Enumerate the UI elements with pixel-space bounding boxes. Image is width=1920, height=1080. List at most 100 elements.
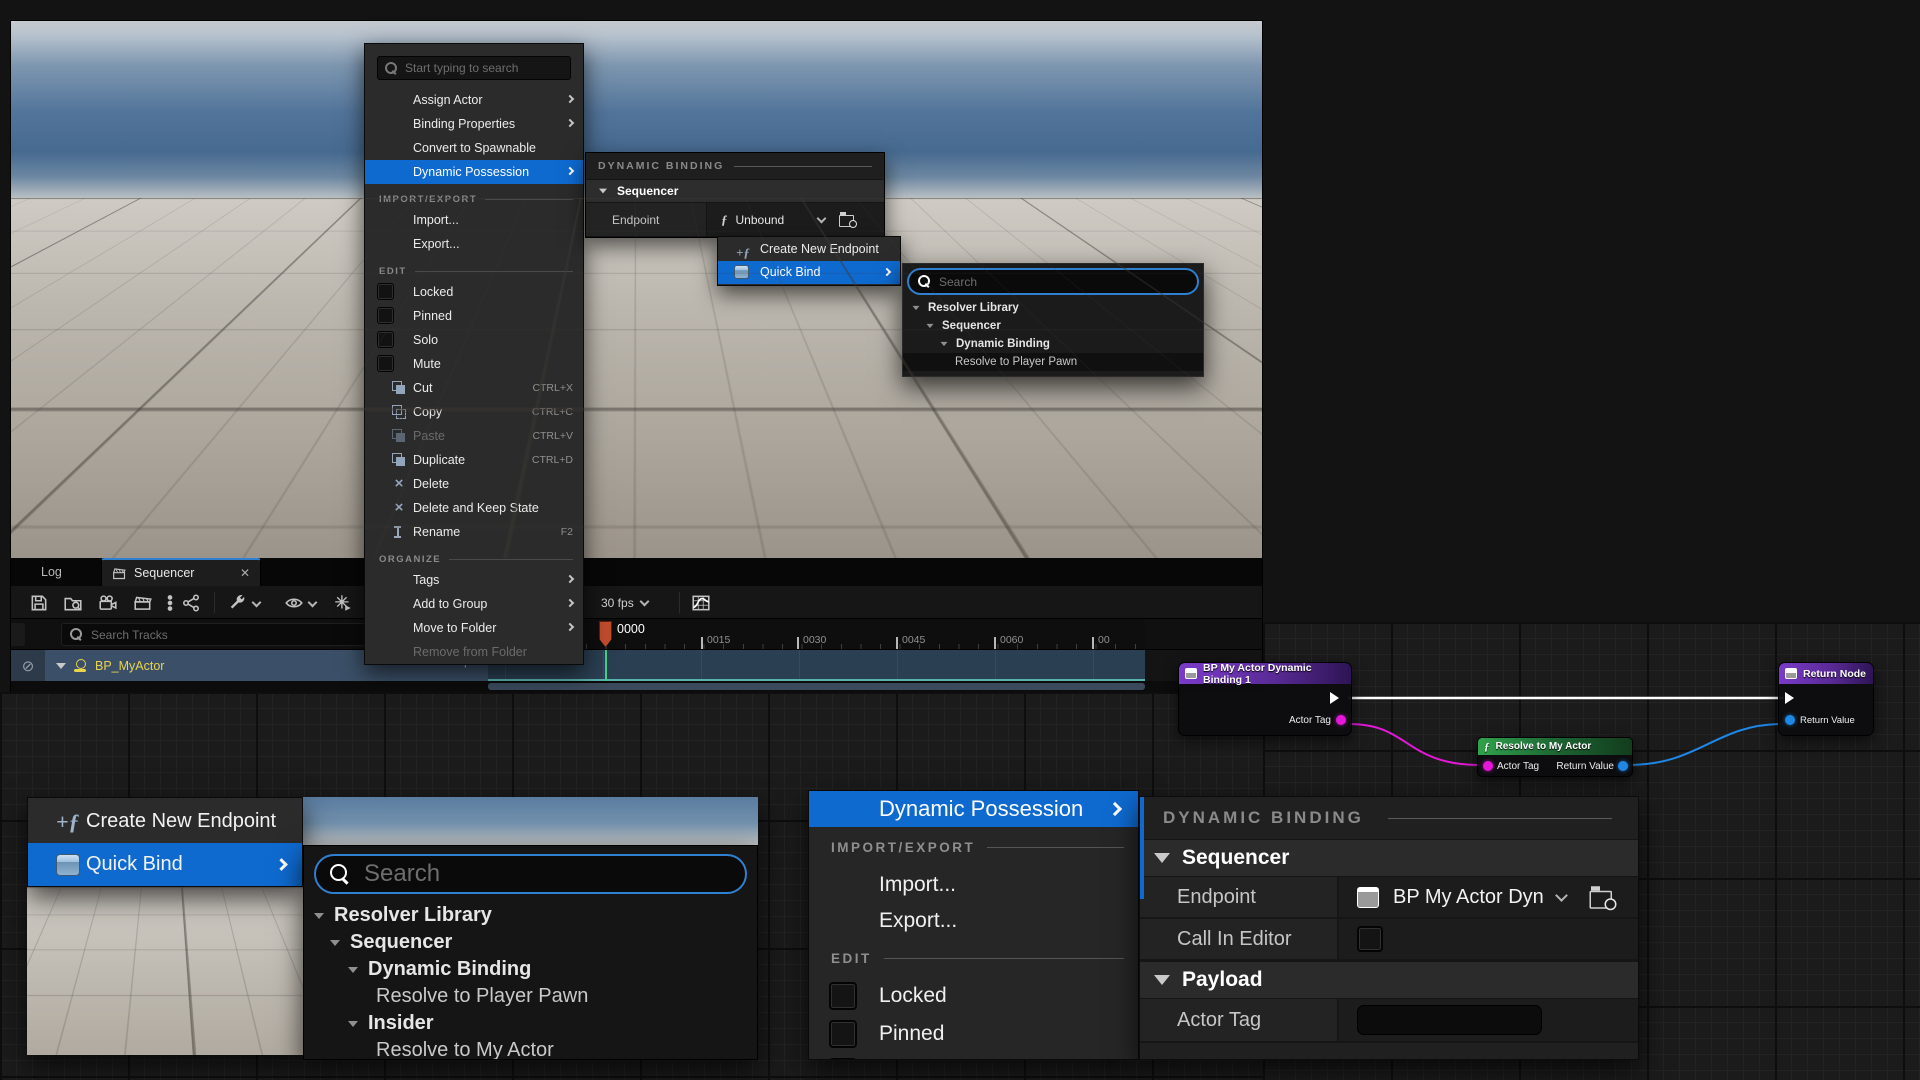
chevron-down-icon[interactable] bbox=[252, 598, 262, 608]
tree-item-dynamic-binding[interactable]: Dynamic Binding bbox=[304, 956, 757, 983]
tree-item-insider[interactable]: Insider bbox=[304, 1010, 757, 1037]
pinned-checkbox[interactable] bbox=[377, 307, 394, 324]
menu-search-box[interactable] bbox=[377, 56, 571, 80]
actor-tag-pin-label: Actor Tag bbox=[1289, 715, 1331, 726]
tab-log[interactable]: Log bbox=[29, 558, 74, 586]
folder-search-icon[interactable] bbox=[839, 212, 857, 227]
save-icon[interactable] bbox=[29, 593, 49, 613]
menu-item-pinned[interactable]: Pinned bbox=[365, 304, 583, 328]
solo-checkbox[interactable] bbox=[377, 331, 394, 348]
browse-folder-icon[interactable] bbox=[63, 593, 83, 613]
menu-item-paste[interactable]: PasteCTRL+V bbox=[365, 424, 583, 448]
ruler-label: 0045 bbox=[902, 634, 925, 646]
menu-item-locked-zoomed[interactable]: Locked bbox=[809, 977, 1138, 1015]
menu-item-tags[interactable]: Tags bbox=[365, 568, 583, 592]
endpoint-dropdown[interactable]: ƒ Unbound bbox=[706, 203, 884, 236]
menu-item-solo-zoomed[interactable]: Solo bbox=[809, 1053, 1138, 1060]
call-in-editor-checkbox[interactable] bbox=[1357, 926, 1383, 952]
menu-search-input[interactable] bbox=[405, 61, 563, 75]
menu-item-locked[interactable]: Locked bbox=[365, 280, 583, 304]
close-icon[interactable]: ✕ bbox=[240, 567, 250, 579]
tab-sequencer[interactable]: Sequencer ✕ bbox=[101, 558, 261, 586]
quick-bind-search-box[interactable] bbox=[907, 268, 1199, 295]
camera-icon[interactable] bbox=[98, 593, 118, 613]
menu-item-rename[interactable]: RenameF2 bbox=[365, 520, 583, 544]
tree-item-resolve-to-player-pawn[interactable]: Resolve to Player Pawn bbox=[903, 353, 1203, 371]
menu-item-create-new-endpoint[interactable]: +ƒ Create New Endpoint bbox=[718, 238, 900, 261]
curve-editor-icon[interactable] bbox=[691, 593, 711, 613]
locked-checkbox[interactable] bbox=[829, 982, 857, 1010]
category-sequencer[interactable]: Sequencer bbox=[586, 179, 884, 203]
menu-item-convert-to-spawnable[interactable]: Convert to Spawnable bbox=[365, 136, 583, 160]
menu-item-remove-from-folder[interactable]: Remove from Folder bbox=[365, 640, 583, 664]
wrench-icon[interactable] bbox=[228, 593, 248, 613]
menu-item-dynamic-possession-zoomed[interactable]: Dynamic Possession bbox=[809, 791, 1138, 827]
menu-item-solo[interactable]: Solo bbox=[365, 328, 583, 352]
quick-bind-popup-zoomed: Resolver Library Sequencer Dynamic Bindi… bbox=[303, 845, 758, 1060]
exec-output-pin[interactable] bbox=[1330, 692, 1345, 704]
tree-item-sequencer[interactable]: Sequencer bbox=[304, 929, 757, 956]
endpoint-dropdown-zoomed[interactable]: BP My Actor Dyna bbox=[1337, 877, 1638, 917]
actor-tag-input-pin[interactable] bbox=[1483, 761, 1493, 771]
return-value-output-pin[interactable] bbox=[1618, 761, 1628, 771]
menu-item-copy[interactable]: CopyCTRL+C bbox=[365, 400, 583, 424]
menu-item-cut[interactable]: CutCTRL+X bbox=[365, 376, 583, 400]
return-value-input-pin[interactable] bbox=[1785, 715, 1795, 725]
tree-item-resolve-to-player-pawn[interactable]: Resolve to Player Pawn bbox=[304, 983, 757, 1010]
tree-item-dynamic-binding[interactable]: Dynamic Binding bbox=[903, 335, 1203, 353]
tree-item-sequencer[interactable]: Sequencer bbox=[903, 317, 1203, 335]
tree-item-resolver-library[interactable]: Resolver Library bbox=[304, 902, 757, 929]
actions-hierarchy-icon[interactable] bbox=[181, 593, 201, 613]
menu-item-duplicate[interactable]: DuplicateCTRL+D bbox=[365, 448, 583, 472]
category-sequencer-zoomed[interactable]: Sequencer bbox=[1140, 839, 1638, 877]
playhead-marker[interactable] bbox=[599, 621, 612, 647]
menu-item-delete[interactable]: ×Delete bbox=[365, 472, 583, 496]
node-resolve-to-my-actor[interactable]: ƒ Resolve to My Actor Actor Tag Return V… bbox=[1477, 737, 1633, 777]
menu-item-import[interactable]: Import... bbox=[365, 208, 583, 232]
menu-item-binding-properties[interactable]: Binding Properties bbox=[365, 112, 583, 136]
menu-item-add-to-group[interactable]: Add to Group bbox=[365, 592, 583, 616]
menu-item-pinned-zoomed[interactable]: Pinned bbox=[809, 1015, 1138, 1053]
playback-options-icon[interactable] bbox=[333, 593, 353, 613]
menu-item-move-to-folder[interactable]: Move to Folder bbox=[365, 616, 583, 640]
chevron-down-icon[interactable] bbox=[308, 598, 318, 608]
menu-item-dynamic-possession[interactable]: Dynamic Possession bbox=[365, 160, 583, 184]
search-icon bbox=[70, 628, 83, 641]
category-payload-zoomed[interactable]: Payload bbox=[1140, 961, 1638, 999]
panel-toggle-button[interactable] bbox=[11, 623, 25, 646]
fps-dropdown[interactable]: 30 fps bbox=[601, 593, 648, 613]
menu-item-quick-bind[interactable]: Quick Bind bbox=[718, 261, 900, 284]
quick-bind-search-box-zoomed[interactable] bbox=[314, 854, 747, 894]
menu-item-import-zoomed[interactable]: Import... bbox=[809, 867, 1138, 903]
pinned-checkbox[interactable] bbox=[829, 1020, 857, 1048]
menu-item-assign-actor[interactable]: Assign Actor bbox=[365, 88, 583, 112]
render-movie-icon[interactable] bbox=[133, 593, 153, 613]
clapperboard-icon bbox=[112, 566, 127, 581]
eye-icon[interactable] bbox=[284, 593, 304, 613]
menu-item-quick-bind-zoomed[interactable]: Quick Bind bbox=[28, 843, 302, 886]
quick-bind-search-input-zoomed[interactable] bbox=[364, 860, 731, 888]
horizontal-scrollbar[interactable] bbox=[488, 683, 1145, 690]
kebab-menu-icon[interactable] bbox=[160, 593, 180, 613]
solo-checkbox[interactable] bbox=[829, 1058, 857, 1060]
tree-item-resolver-library[interactable]: Resolver Library bbox=[903, 299, 1203, 317]
caret-down-icon bbox=[599, 189, 607, 194]
node-return[interactable]: Return Node Return Value bbox=[1778, 662, 1874, 736]
menu-item-mute[interactable]: Mute bbox=[365, 352, 583, 376]
actor-tag-input[interactable] bbox=[1357, 1005, 1542, 1035]
node-bp-my-actor-dynamic-binding[interactable]: BP My Actor Dynamic Binding 1 Actor Tag bbox=[1178, 662, 1352, 736]
menu-item-create-new-endpoint-zoomed[interactable]: +ƒ Create New Endpoint bbox=[28, 800, 302, 843]
timeline-ruler[interactable]: 0015 0030 0045 0060 00 0000 bbox=[488, 619, 1145, 649]
mute-checkbox[interactable] bbox=[377, 355, 394, 372]
menu-item-delete-and-keep-state[interactable]: ×Delete and Keep State bbox=[365, 496, 583, 520]
track-timeline-strip[interactable] bbox=[488, 650, 1145, 681]
folder-search-icon[interactable] bbox=[1590, 886, 1617, 909]
caret-down-icon[interactable] bbox=[56, 663, 66, 669]
tree-item-resolve-to-my-actor[interactable]: Resolve to My Actor bbox=[304, 1037, 757, 1060]
menu-item-export-zoomed[interactable]: Export... bbox=[809, 903, 1138, 939]
quick-bind-search-input[interactable] bbox=[939, 275, 1188, 289]
menu-item-export[interactable]: Export... bbox=[365, 232, 583, 256]
exec-input-pin[interactable] bbox=[1785, 692, 1800, 704]
actor-tag-output-pin[interactable] bbox=[1336, 715, 1346, 725]
locked-checkbox[interactable] bbox=[377, 283, 394, 300]
